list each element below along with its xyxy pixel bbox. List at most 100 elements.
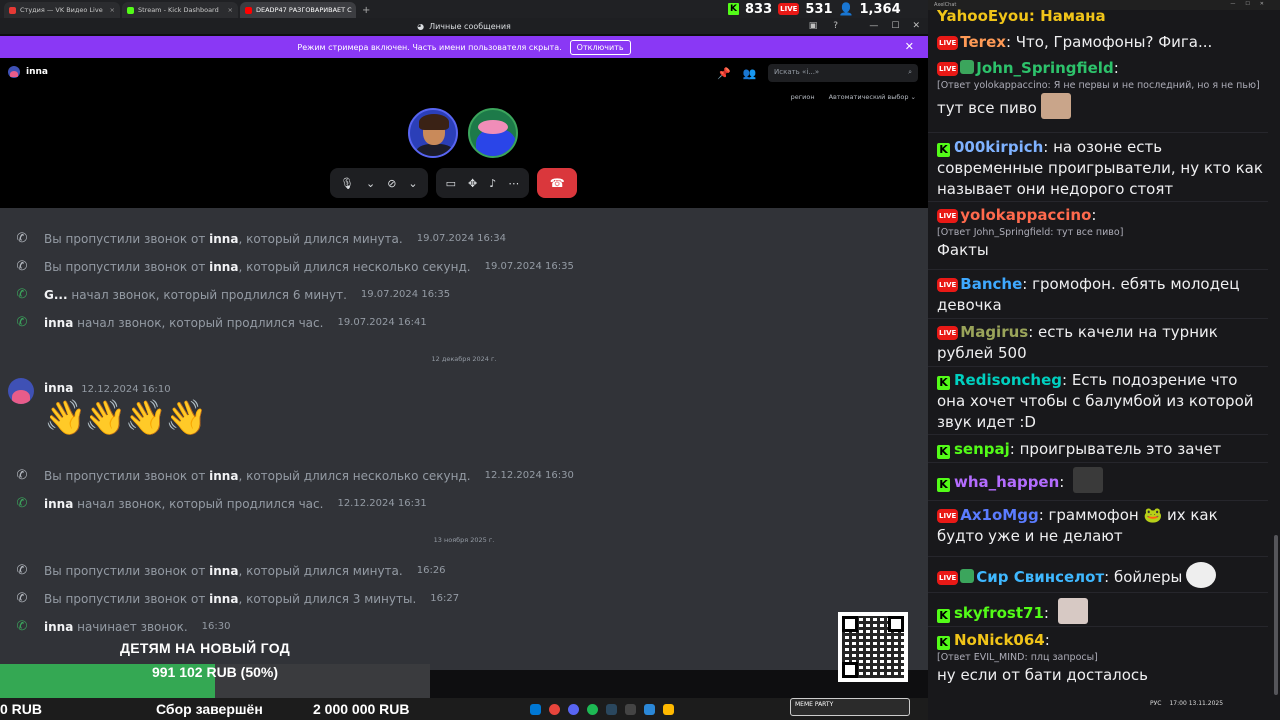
system-message-text: Вы пропустили звонок от inna, который дл… xyxy=(44,591,417,606)
user-mention[interactable]: inna xyxy=(209,592,238,606)
region-selector[interactable]: регион Автоматический выбор ⌄ xyxy=(791,93,916,101)
language-indicator[interactable]: РУС xyxy=(1150,700,1161,707)
camera-off-icon[interactable]: ⊘ xyxy=(387,177,396,190)
maximize-icon[interactable]: ☐ xyxy=(891,21,899,31)
search-input[interactable]: Искать «i...» ⌕ xyxy=(768,64,918,82)
system-message: ✆ Вы пропустили звонок от inna, который д… xyxy=(14,468,574,483)
timestamp: 19.07.2024 16:35 xyxy=(484,261,574,272)
chat-username[interactable]: Сир Свинселот xyxy=(976,568,1104,586)
reply-context: [Ответ John_Springfield: тут все пиво] xyxy=(937,227,1124,238)
start-icon[interactable] xyxy=(530,703,541,715)
chat-username[interactable]: senpaj xyxy=(954,440,1010,458)
more-icon[interactable]: ⋯ xyxy=(508,177,519,190)
chat-text: проигрыватель это зачет xyxy=(1019,440,1222,458)
window-title: Личные сообщения xyxy=(429,21,511,31)
obs-icon[interactable] xyxy=(625,703,636,715)
chat-username[interactable]: Magirus xyxy=(960,323,1028,341)
user-mention[interactable]: inna xyxy=(209,232,238,246)
telegram-icon[interactable] xyxy=(644,703,655,715)
soundboard-icon[interactable]: ♪ xyxy=(489,177,496,190)
avatar[interactable] xyxy=(8,378,34,404)
kick-favicon-icon xyxy=(127,6,134,14)
message-list: ✆ Вы пропустили звонок от inna, который д… xyxy=(0,208,928,670)
chat-username[interactable]: yolokappaccino xyxy=(960,206,1091,224)
search-icon: ⌕ xyxy=(908,68,912,76)
chat-username[interactable]: Terex xyxy=(960,33,1006,51)
browser-tab[interactable]: Stream - Kick Dashboard × xyxy=(122,2,238,18)
chat-message: LIVE Terex: Что, Грамофоны? Фига... xyxy=(937,33,1213,51)
new-tab-button[interactable]: + xyxy=(362,5,370,16)
vk-live-icon: LIVE xyxy=(937,36,959,50)
disable-streamer-mode-button[interactable]: Отключить xyxy=(569,39,631,55)
tab-label: DEADP47 РАЗГОВАРИВАЕТ С xyxy=(256,6,352,14)
user-mention[interactable]: inna xyxy=(209,564,238,578)
reply-context: [Ответ EVIL_MIND: плц запросы] xyxy=(937,652,1098,663)
donation-progress-bar: 991 102 RUB (50%) xyxy=(0,664,430,698)
system-message: ✆ inna начал звонок, который продлился ча… xyxy=(14,315,427,330)
chat-message: K 000kirpich: на озоне есть современные п… xyxy=(937,138,1263,198)
system-message-text: inna начал звонок, который продлился час… xyxy=(44,315,324,330)
minimize-icon[interactable]: — xyxy=(869,21,878,31)
discord-title-bar: ◕ Личные сообщения ▣? — ☐ ✕ xyxy=(0,18,928,34)
chrome-icon[interactable] xyxy=(549,703,560,715)
inbox-icon[interactable]: ▣ xyxy=(809,21,818,31)
chat-text: Что, Грамофоны? Фига... xyxy=(1015,33,1213,51)
spotify-icon[interactable] xyxy=(587,703,598,715)
user-mention[interactable]: G... xyxy=(44,288,68,302)
chevron-down-icon[interactable]: ⌄ xyxy=(366,177,375,190)
tab-label: Студия — VK Видео Live xyxy=(20,6,103,14)
close-icon[interactable]: × xyxy=(228,6,233,14)
phone-icon: ✆ xyxy=(16,315,28,330)
user-mention[interactable]: inna xyxy=(44,316,73,330)
user-mention[interactable]: inna xyxy=(44,497,73,511)
system-message-text: Вы пропустили звонок от inna, который дл… xyxy=(44,563,403,578)
chat-message: LIVE Magirus: есть качели на турник рубле… xyxy=(937,323,1218,362)
clock[interactable]: 17:00 13.11.2025 xyxy=(1169,700,1223,707)
chat-username[interactable]: skyfrost71 xyxy=(954,604,1044,622)
add-friend-icon[interactable]: 👥 xyxy=(743,67,757,80)
kick-icon: K xyxy=(937,445,950,459)
folder-icon[interactable] xyxy=(663,703,674,715)
kick-icon: K xyxy=(937,376,950,390)
close-icon[interactable]: ✕ xyxy=(905,40,914,53)
chat-username[interactable]: Redisoncheg xyxy=(954,371,1062,389)
vk-live-icon: LIVE xyxy=(937,509,959,523)
close-icon[interactable]: ✕ xyxy=(912,21,920,31)
message-author[interactable]: inna xyxy=(44,381,73,395)
tab-label: Stream - Kick Dashboard xyxy=(138,6,219,14)
end-call-button[interactable]: ☎ xyxy=(537,168,578,198)
clock-date: 13.11.2025 xyxy=(1188,700,1224,707)
chat-username[interactable]: John_Springfield xyxy=(976,59,1113,77)
help-icon[interactable]: ? xyxy=(833,21,838,31)
chat-username[interactable]: Ax1oMgg xyxy=(960,506,1038,524)
system-message: ✆ inna начал звонок, который продлился ча… xyxy=(14,496,427,511)
chat-username[interactable]: wha_happen xyxy=(954,473,1059,491)
chat-username[interactable]: NoNick064 xyxy=(954,631,1045,649)
user-mention[interactable]: inna xyxy=(209,469,238,483)
user-mention[interactable]: inna xyxy=(209,260,238,274)
close-icon[interactable]: × xyxy=(110,6,115,14)
chat-username[interactable]: 000kirpich xyxy=(954,138,1043,156)
region-value[interactable]: Автоматический выбор ⌄ xyxy=(829,93,916,101)
chevron-down-icon[interactable]: ⌄ xyxy=(408,177,417,190)
chat-username[interactable]: Banche xyxy=(960,275,1022,293)
voice-call-panel: inna 📌 👥 ● Искать «i...» ⌕ регион Автома… xyxy=(0,58,928,208)
vk-favicon-icon xyxy=(9,6,16,14)
avatar[interactable] xyxy=(8,66,20,78)
pin-icon[interactable]: 📌 xyxy=(717,67,731,80)
browser-tab[interactable]: Студия — VK Видео Live × xyxy=(4,2,120,18)
microphone-icon[interactable]: 🎙 xyxy=(340,177,354,190)
system-message-text: Вы пропустили звонок от inna, который дл… xyxy=(44,468,471,483)
kick-icon: K xyxy=(937,478,950,492)
call-user-name[interactable]: inna xyxy=(26,67,48,77)
chat-message: Kskyfrost71: xyxy=(937,598,1263,624)
browser-tab-active[interactable]: DEADP47 РАЗГОВАРИВАЕТ С× xyxy=(240,2,356,18)
chat-scrollbar[interactable] xyxy=(1274,535,1278,695)
call-participant-avatar[interactable] xyxy=(408,108,458,158)
steam-icon[interactable] xyxy=(606,703,617,715)
activities-icon[interactable]: ✥ xyxy=(468,177,477,190)
discord-icon[interactable] xyxy=(568,703,579,715)
user-mention[interactable]: inna xyxy=(44,620,73,634)
call-participant-avatar[interactable] xyxy=(468,108,518,158)
screen-share-icon[interactable]: ▭ xyxy=(446,177,456,190)
